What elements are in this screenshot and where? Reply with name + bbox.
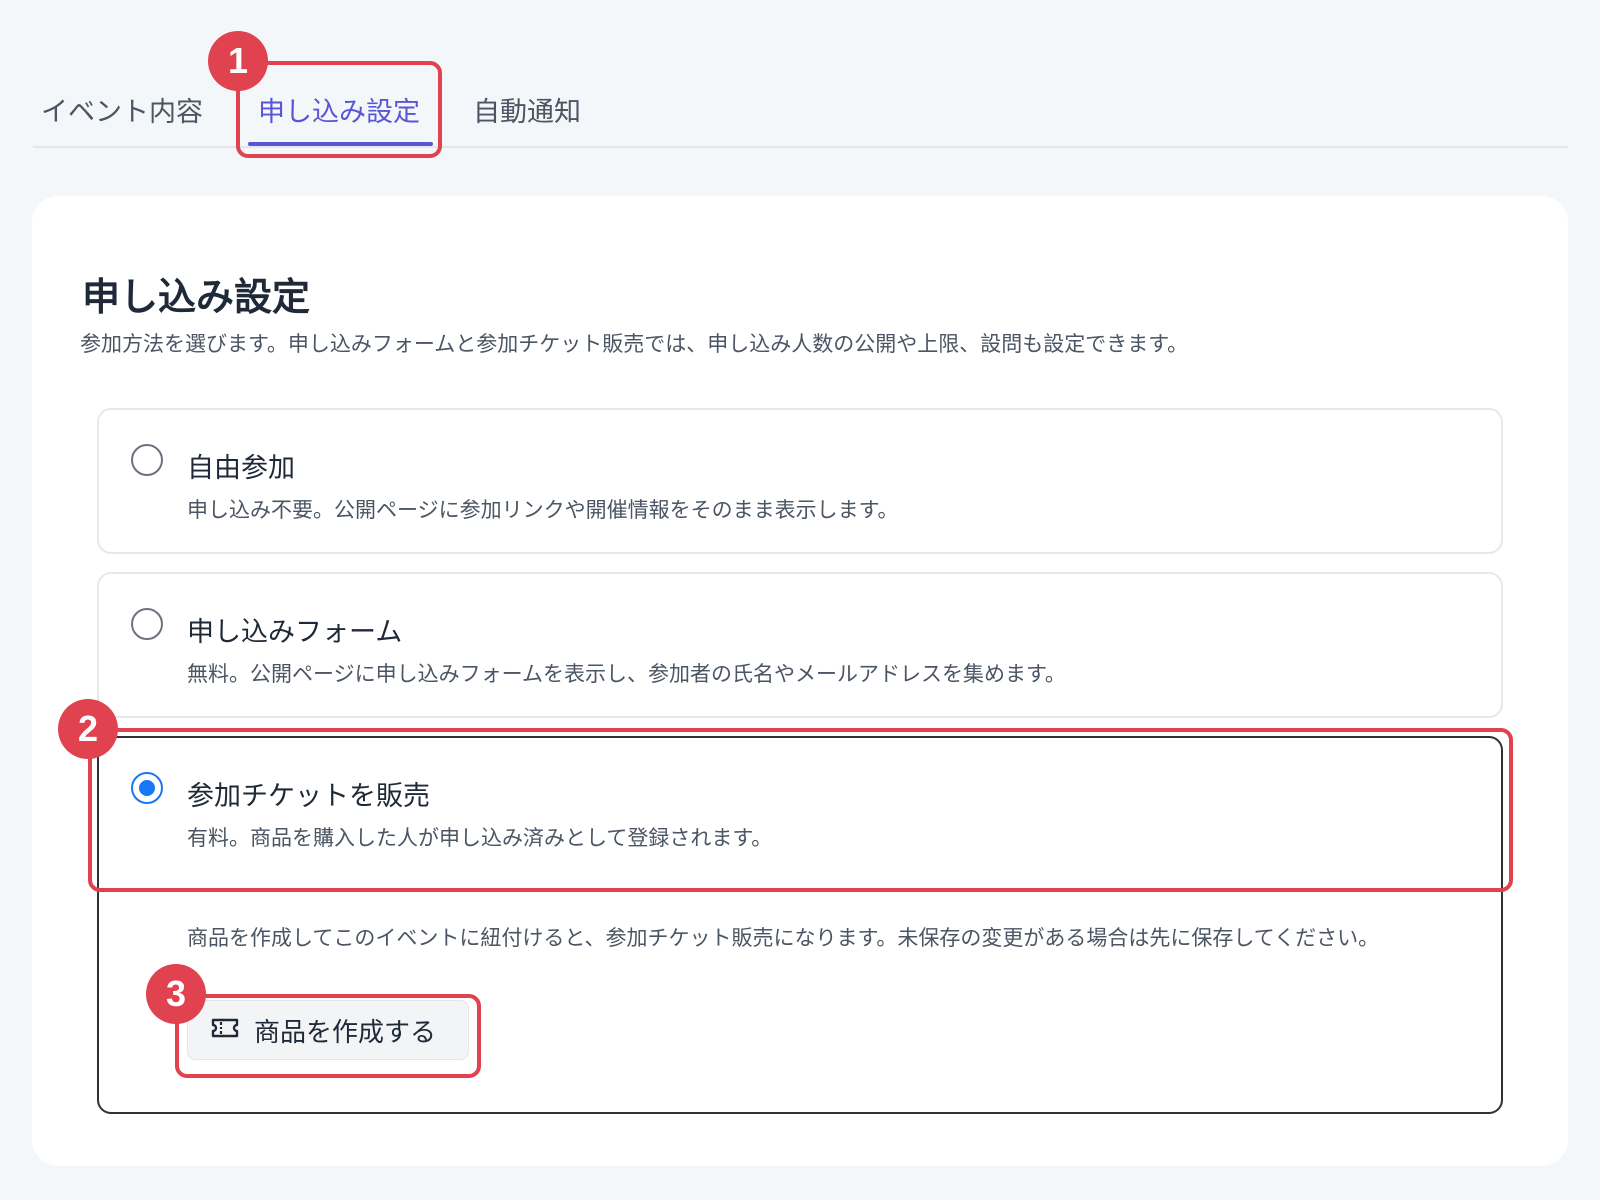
- step-badge-3: 3: [146, 964, 206, 1024]
- option-application-form[interactable]: 申し込みフォーム 無料。公開ページに申し込みフォームを表示し、参加者の氏名やメー…: [97, 572, 1503, 718]
- ticket-icon: [210, 1016, 240, 1044]
- option-description: 無料。公開ページに申し込みフォームを表示し、参加者の氏名やメールアドレスを集めま…: [187, 662, 1066, 686]
- tab-auto-notification[interactable]: 自動通知: [473, 90, 581, 129]
- divider: [99, 888, 1501, 889]
- tab-registration-settings[interactable]: 申し込み設定: [258, 90, 420, 129]
- section-description: 参加方法を選びます。申し込みフォームと参加チケット販売では、申し込み人数の公開や…: [80, 332, 1189, 356]
- tab-event-details[interactable]: イベント内容: [41, 90, 203, 129]
- step-badge-1: 1: [208, 31, 268, 91]
- radio-free-participation[interactable]: [131, 444, 163, 476]
- radio-sell-tickets[interactable]: [131, 772, 163, 804]
- option-label: 申し込みフォーム: [187, 617, 403, 648]
- option-free-participation[interactable]: 自由参加 申し込み不要。公開ページに参加リンクや開催情報をそのまま表示します。: [97, 408, 1503, 554]
- option-description: 申し込み不要。公開ページに参加リンクや開催情報をそのまま表示します。: [187, 498, 899, 522]
- ticket-note: 商品を作成してこのイベントに紐付けると、参加チケット販売になります。未保存の変更…: [187, 926, 1380, 950]
- section-title: 申し込み設定: [82, 275, 311, 319]
- option-label: 自由参加: [187, 453, 295, 484]
- option-description: 有料。商品を購入した人が申し込み済みとして登録されます。: [187, 826, 773, 850]
- registration-settings-card: 申し込み設定 参加方法を選びます。申し込みフォームと参加チケット販売では、申し込…: [32, 196, 1568, 1166]
- option-label: 参加チケットを販売: [187, 781, 430, 812]
- active-tab-indicator: [248, 142, 433, 146]
- option-sell-tickets[interactable]: 参加チケットを販売 有料。商品を購入した人が申し込み済みとして登録されます。 商…: [97, 736, 1503, 1114]
- radio-application-form[interactable]: [131, 608, 163, 640]
- create-product-button[interactable]: 商品を作成する: [187, 1000, 469, 1060]
- step-badge-2: 2: [58, 699, 118, 759]
- create-product-label: 商品を作成する: [254, 1017, 437, 1048]
